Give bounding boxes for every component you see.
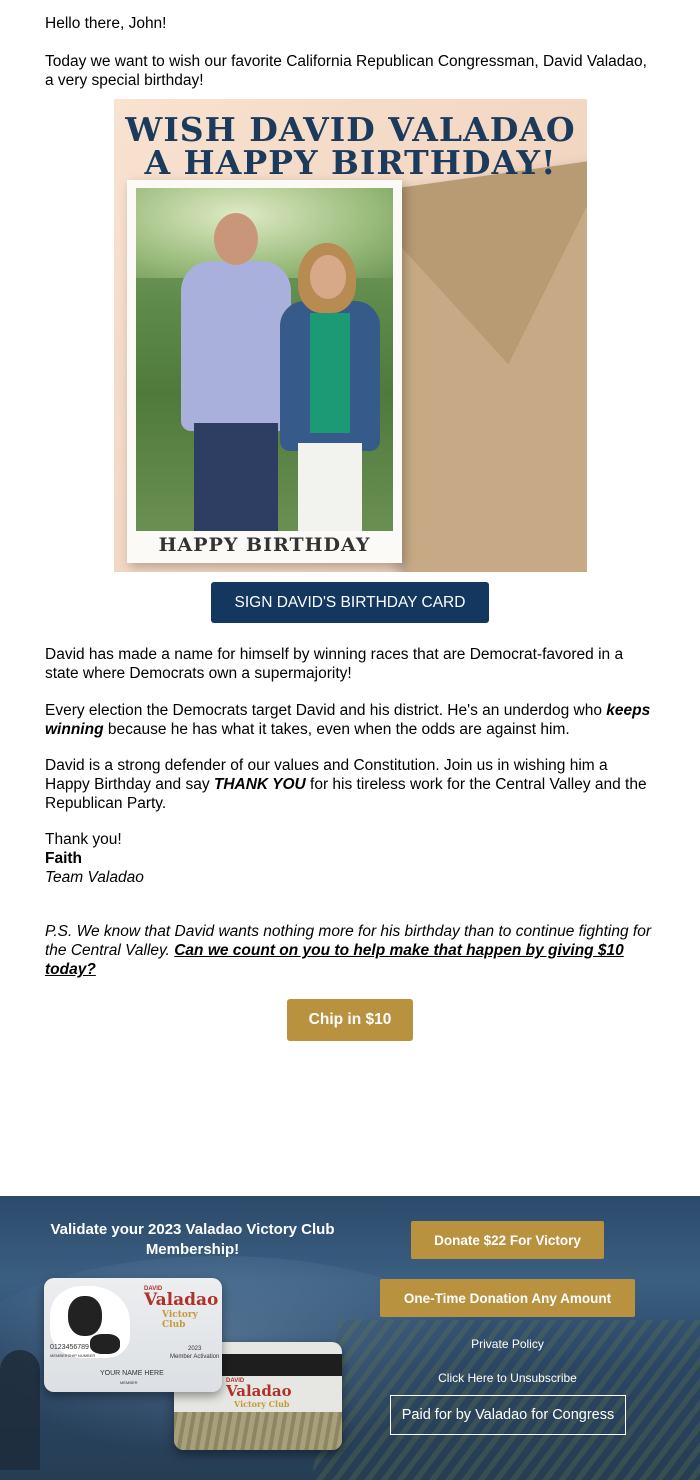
sign-card-button[interactable]: SIGN DAVID'S BIRTHDAY CARD xyxy=(211,582,489,623)
thank-you-emphasis: THANK YOU xyxy=(213,776,306,793)
one-time-donation-button[interactable]: One-Time Donation Any Amount xyxy=(380,1279,635,1317)
footer-headline: Validate your 2023 Valadao Victory Club … xyxy=(50,1221,335,1258)
footer: Validate your 2023 Valadao Victory Club … xyxy=(0,1196,700,1480)
woman-figure xyxy=(276,243,386,531)
card-caption: HAPPY BIRTHDAY xyxy=(158,534,371,556)
paid-for-disclaimer: Paid for by Valadao for Congress xyxy=(390,1395,626,1435)
thanks-line: Thank you! xyxy=(45,831,122,848)
postscript: P.S. We know that David wants nothing mo… xyxy=(45,923,651,978)
body-paragraph-2: Every election the Democrats target Davi… xyxy=(45,702,651,738)
couple-photo xyxy=(136,188,393,531)
greeting: Hello there, John! xyxy=(45,15,167,32)
unsubscribe-link[interactable]: Click Here to Unsubscribe xyxy=(380,1371,635,1385)
soldier-silhouette xyxy=(0,1350,40,1470)
signer-team: Team Valadao xyxy=(45,869,144,886)
hero-title-line2: A HAPPY BIRTHDAY! xyxy=(144,143,557,182)
birthday-card-image[interactable]: WISH DAVID VALADAO A HAPPY BIRTHDAY! HAP… xyxy=(114,99,587,572)
privacy-policy-link[interactable]: Private Policy xyxy=(380,1337,635,1351)
signer-name: Faith xyxy=(45,850,83,867)
body-paragraph-1: David has made a name for himself by win… xyxy=(45,646,624,682)
card-brand: Valadao xyxy=(144,1290,219,1310)
hero-title: WISH DAVID VALADAO A HAPPY BIRTHDAY! xyxy=(114,113,587,179)
hero-title-line1: WISH DAVID VALADAO xyxy=(125,110,576,149)
donate-22-button[interactable]: Donate $22 For Victory xyxy=(411,1221,604,1259)
intro-paragraph: Today we want to wish our favorite Calif… xyxy=(45,53,647,89)
photo-card: HAPPY BIRTHDAY xyxy=(127,180,402,563)
signature-block: Thank you! Faith Team Valadao xyxy=(45,830,655,887)
chip-in-button[interactable]: Chip in $10 xyxy=(287,999,413,1041)
membership-card-front: DAVID Valadao Victory Club 0123456789 ME… xyxy=(44,1278,222,1392)
body-paragraph-3: David is a strong defender of our values… xyxy=(45,757,647,812)
